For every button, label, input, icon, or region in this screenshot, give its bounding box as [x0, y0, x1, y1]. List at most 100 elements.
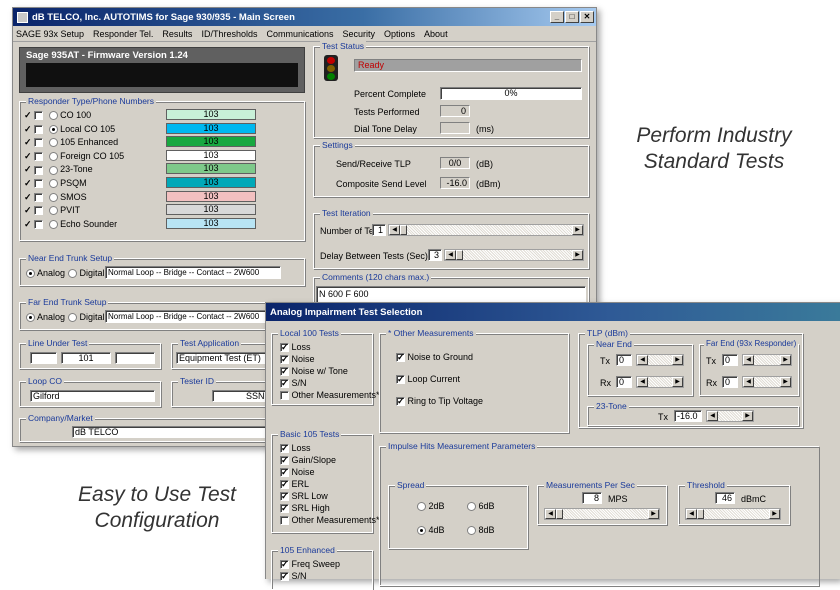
test-option[interactable]: ERL: [280, 478, 309, 490]
responder-radio[interactable]: [48, 124, 58, 134]
menu-about[interactable]: About: [424, 29, 448, 39]
test-option[interactable]: Ring to Tip Voltage: [396, 395, 483, 407]
far-tx-scrollbar[interactable]: ◀ ▶: [742, 354, 792, 366]
scroll-thumb[interactable]: [456, 250, 463, 260]
maximize-button[interactable]: □: [565, 11, 579, 23]
checkbox[interactable]: [280, 377, 289, 389]
tone-tx-scrollbar[interactable]: ◀ ▶: [706, 410, 754, 422]
line-suffix-field[interactable]: [115, 352, 155, 364]
menu-communications[interactable]: Communications: [266, 29, 333, 39]
test-option[interactable]: Gain/Slope: [280, 454, 336, 466]
responder-checkbox[interactable]: [34, 124, 44, 134]
responder-number[interactable]: 103: [166, 204, 256, 216]
responder-radio[interactable]: [48, 192, 58, 202]
far-tx-field[interactable]: 0: [722, 354, 738, 366]
near-analog-radio[interactable]: Analog: [26, 268, 65, 279]
responder-number[interactable]: 103: [166, 190, 256, 202]
responder-radio[interactable]: [48, 179, 58, 189]
responder-checkbox[interactable]: [34, 138, 44, 148]
test-application-field[interactable]: Equipment Test (ET): [176, 352, 278, 364]
checkbox[interactable]: [280, 442, 289, 454]
menu-options[interactable]: Options: [384, 29, 415, 39]
checkbox[interactable]: [280, 391, 289, 401]
responder-radio[interactable]: [48, 219, 58, 229]
scroll-thumb[interactable]: [400, 225, 407, 235]
test-option[interactable]: Noise w/ Tone: [280, 365, 348, 377]
near-rx-field[interactable]: 0: [616, 376, 632, 388]
test-option[interactable]: Other Measurements*: [280, 515, 380, 526]
responder-checkbox[interactable]: [34, 219, 44, 229]
responder-radio[interactable]: [48, 138, 58, 148]
scroll-left-icon[interactable]: ◀: [389, 225, 400, 235]
far-rx-scrollbar[interactable]: ◀ ▶: [742, 376, 792, 388]
line-number-field[interactable]: 101: [61, 352, 111, 364]
checkbox[interactable]: [280, 490, 289, 502]
menu-sage-setup[interactable]: SAGE 93x Setup: [16, 29, 84, 39]
dialog-title-bar[interactable]: Analog Impairment Test Selection: [266, 303, 840, 321]
delay-scrollbar[interactable]: ◀ ▶: [444, 249, 584, 261]
menu-results[interactable]: Results: [162, 29, 192, 39]
responder-checkbox[interactable]: [34, 165, 44, 175]
test-option[interactable]: Loss: [280, 341, 311, 353]
responder-radio[interactable]: [48, 111, 58, 121]
test-option[interactable]: Loss: [280, 442, 311, 454]
near-tx-scrollbar[interactable]: ◀ ▶: [636, 354, 684, 366]
responder-number[interactable]: 103: [166, 136, 256, 148]
test-option[interactable]: SRL Low: [280, 490, 328, 502]
checkbox[interactable]: [280, 516, 289, 526]
responder-number[interactable]: 103: [166, 177, 256, 188]
checkbox[interactable]: [280, 466, 289, 478]
line-prefix-field[interactable]: [30, 352, 57, 364]
spread-6db-radio[interactable]: 6dB: [467, 501, 495, 512]
checkbox[interactable]: [280, 502, 289, 514]
num-tests-scrollbar[interactable]: ◀ ▶: [388, 224, 584, 236]
checkbox[interactable]: [280, 558, 289, 570]
checkbox[interactable]: [280, 341, 289, 353]
mps-field[interactable]: 8: [582, 492, 602, 504]
responder-checkbox[interactable]: [34, 151, 44, 161]
scroll-right-icon[interactable]: ▶: [572, 250, 583, 260]
threshold-field[interactable]: 46: [715, 492, 735, 504]
far-digital-radio[interactable]: Digital: [68, 312, 105, 323]
responder-number[interactable]: 103: [166, 217, 256, 229]
close-button[interactable]: ✕: [580, 11, 594, 23]
menu-security[interactable]: Security: [343, 29, 376, 39]
scroll-right-icon[interactable]: ▶: [572, 225, 583, 235]
responder-radio[interactable]: [48, 206, 58, 216]
responder-checkbox[interactable]: [34, 192, 44, 202]
responder-number[interactable]: 103: [166, 149, 256, 161]
checkbox[interactable]: [280, 454, 289, 466]
test-option[interactable]: Other Measurements*: [280, 390, 380, 401]
near-rx-scrollbar[interactable]: ◀ ▶: [636, 376, 684, 388]
checkbox[interactable]: [280, 570, 289, 582]
responder-number[interactable]: 103: [166, 122, 256, 134]
test-option[interactable]: Freq Sweep: [280, 558, 340, 570]
far-rx-field[interactable]: 0: [722, 376, 738, 388]
far-end-field[interactable]: Normal Loop -- Bridge -- Contact -- 2W60…: [105, 310, 281, 323]
spread-4db-radio[interactable]: 4dB: [417, 525, 445, 536]
responder-checkbox[interactable]: [34, 179, 44, 189]
menu-id-thresholds[interactable]: ID/Thresholds: [201, 29, 257, 39]
responder-number[interactable]: 103: [166, 109, 256, 120]
delay-field[interactable]: 3: [428, 249, 442, 261]
checkbox[interactable]: [396, 351, 405, 363]
near-end-field[interactable]: Normal Loop -- Bridge -- Contact -- 2W60…: [105, 266, 281, 279]
near-digital-radio[interactable]: Digital: [68, 268, 105, 279]
mps-scrollbar[interactable]: ◀ ▶: [544, 508, 660, 520]
near-tx-field[interactable]: 0: [616, 354, 632, 366]
checkbox[interactable]: [280, 353, 289, 365]
spread-8db-radio[interactable]: 8dB: [467, 525, 495, 536]
far-analog-radio[interactable]: Analog: [26, 312, 65, 323]
responder-radio[interactable]: [48, 165, 58, 175]
responder-checkbox[interactable]: [34, 111, 44, 121]
checkbox[interactable]: [280, 365, 289, 377]
minimize-button[interactable]: _: [550, 11, 564, 23]
main-title-bar[interactable]: dB TELCO, Inc. AUTOTIMS for Sage 930/935…: [13, 8, 596, 26]
test-option[interactable]: S/N: [280, 377, 307, 389]
scroll-left-icon[interactable]: ◀: [445, 250, 456, 260]
company-field[interactable]: dB TELCO: [72, 426, 272, 438]
responder-number[interactable]: 103: [166, 163, 256, 175]
test-option[interactable]: SRL High: [280, 502, 330, 514]
checkbox[interactable]: [396, 373, 405, 385]
spread-2db-radio[interactable]: 2dB: [417, 501, 445, 512]
